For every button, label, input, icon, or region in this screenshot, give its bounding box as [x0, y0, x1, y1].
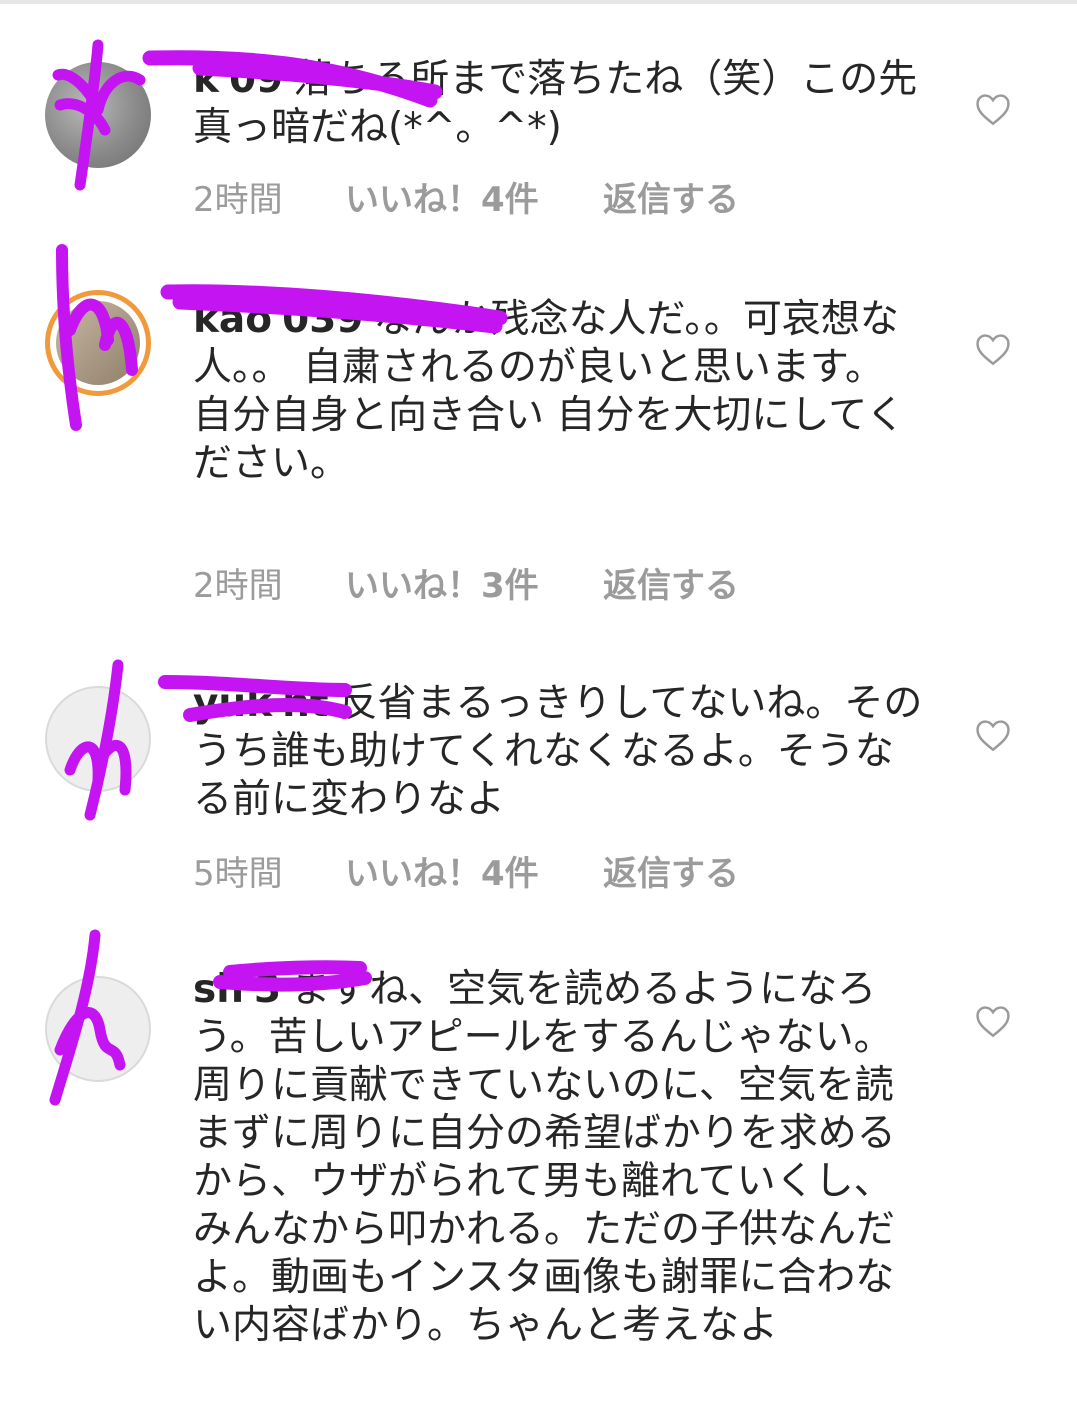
comment-username-suffix[interactable]: 09: [229, 57, 283, 102]
heart-outline-icon[interactable]: [974, 718, 1012, 752]
avatar[interactable]: [45, 976, 151, 1082]
comment-text: まずね、空気を読めるようになろう。苦しいアピールをするんじゃない。周りに貢献でき…: [193, 967, 896, 1348]
comment-username-suffix[interactable]: 039: [282, 297, 363, 342]
avatar[interactable]: [45, 62, 151, 168]
comment-username[interactable]: k: [193, 57, 219, 102]
comment-meta: 5時間 いいね！4件 返信する: [193, 846, 739, 895]
comment-username-suffix[interactable]: 3: [254, 967, 281, 1012]
comment-meta: 2時間 いいね！4件 返信する: [193, 172, 739, 221]
avatar[interactable]: [45, 686, 151, 792]
avatar-image: [56, 301, 140, 385]
comment-likes[interactable]: いいね！4件: [345, 172, 603, 221]
top-divider: [0, 0, 1077, 4]
comment-username-suffix[interactable]: nt: [282, 681, 328, 726]
comment-text: 落ちる所まで落ちたね（笑）この先真っ暗だね(*^。^*): [193, 57, 918, 150]
comment-likes[interactable]: いいね！4件: [345, 846, 603, 895]
comment-username[interactable]: yuk: [193, 681, 272, 726]
comment-time: 2時間: [193, 180, 283, 220]
comment-time: 5時間: [193, 854, 283, 894]
heart-outline-icon[interactable]: [974, 1004, 1012, 1038]
comment-meta: 2時間 いいね！3件 返信する: [193, 558, 739, 607]
comment-likes[interactable]: いいね！3件: [345, 558, 603, 607]
heart-outline-icon[interactable]: [974, 332, 1012, 366]
comment-time: 2時間: [193, 566, 283, 606]
avatar[interactable]: [45, 290, 151, 396]
comment-body: yuk nt 反省まるっきりしてないね。そのうち誰も助けてくれなくなるよ。そうなる前…: [193, 680, 928, 824]
comment-username[interactable]: kao: [193, 297, 272, 342]
reply-button[interactable]: 返信する: [603, 558, 739, 607]
comment-body: k 09 落ちる所まで落ちたね（笑）この先真っ暗だね(*^。^*): [193, 56, 928, 152]
reply-button[interactable]: 返信する: [603, 846, 739, 895]
heart-outline-icon[interactable]: [974, 92, 1012, 126]
comment-username[interactable]: sh: [193, 967, 244, 1012]
comment-body: kao 039 なんか残念な人だ。。可哀想な人。。 自粛されるのが良いと思います。 …: [193, 296, 928, 488]
reply-button[interactable]: 返信する: [603, 172, 739, 221]
comment-body: sh 3 まずね、空気を読めるようになろう。苦しいアピールをするんじゃない。周りに貢…: [193, 966, 928, 1350]
